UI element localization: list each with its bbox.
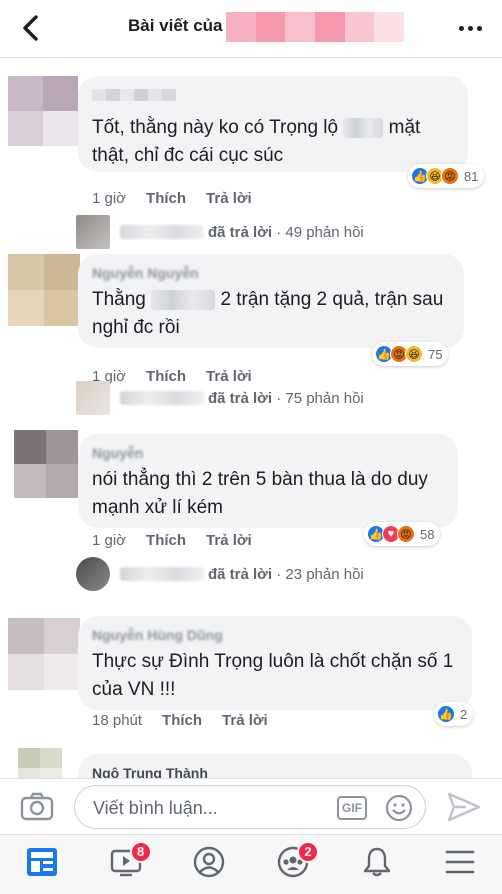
bottom-navigation: 8 2: [0, 834, 502, 894]
gif-button[interactable]: GIF: [337, 796, 367, 820]
reaction-summary[interactable]: 👍 😡 😆 75: [372, 342, 449, 366]
like-link[interactable]: Thích: [146, 532, 186, 549]
replies-preview[interactable]: đã trả lời · 49 phản hồi: [76, 214, 364, 250]
comment-time: 18 phút: [92, 712, 143, 729]
comment-text: nói thẳng thì 2 trên 5 bàn thua là do du…: [92, 469, 428, 518]
redacted-reply-author: [120, 391, 204, 405]
reaction-summary[interactable]: 👍 2: [434, 702, 474, 726]
like-link[interactable]: Thích: [162, 712, 202, 729]
redacted-author: [92, 89, 176, 101]
reply-link[interactable]: Trả lời: [222, 712, 268, 729]
reaction-count: 58: [420, 526, 435, 542]
redacted-page-name: [226, 12, 405, 42]
groups-badge: 2: [297, 841, 320, 863]
haha-reaction-icon: 😆: [405, 345, 423, 363]
news-feed-icon: [26, 847, 58, 882]
more-dots-icon[interactable]: [452, 14, 488, 42]
comment-actions: 18 phút Thích Trả lời: [92, 712, 268, 729]
comment-author: Ngô Trung Thành: [92, 765, 208, 778]
profile-icon: [193, 846, 225, 883]
comment-author: Nguyễn: [92, 445, 144, 461]
reaction-count: 2: [460, 706, 468, 722]
avatar[interactable]: [8, 618, 80, 690]
menu-icon: [445, 849, 475, 880]
reaction-summary[interactable]: 👍 ♥ 😡 58: [364, 522, 441, 546]
replies-preview[interactable]: đã trả lời · 75 phản hồi: [76, 380, 364, 416]
like-reaction-icon: 👍: [437, 705, 455, 723]
watch-badge: 8: [129, 841, 152, 863]
replies-preview[interactable]: đã trả lời · 23 phản hồi: [76, 556, 364, 592]
redacted-reply-author: [120, 567, 204, 581]
back-arrow-icon[interactable]: [14, 12, 46, 44]
reaction-count: 75: [428, 346, 443, 362]
top-bar: Bài viết của: [0, 0, 502, 58]
emoji-icon[interactable]: [385, 794, 413, 822]
avatar[interactable]: [18, 748, 62, 778]
comment-bubble[interactable]: Tốt, thằng này ko có Trọng lộ mặt thật, …: [78, 76, 468, 172]
avatar[interactable]: [8, 254, 80, 326]
camera-icon[interactable]: [20, 791, 54, 821]
comment-placeholder: Viết bình luận...: [93, 798, 218, 818]
comment-text: Thằng 2 trận tặng 2 quả, trận sau nghỉ đ…: [92, 289, 444, 338]
reply-avatar: [76, 557, 110, 591]
comment-actions: 1 giờ Thích Trả lời: [92, 532, 252, 549]
comment-bubble[interactable]: Nguyễn nói thẳng thì 2 trên 5 bàn thua l…: [78, 434, 458, 528]
page-title: Bài viết của: [128, 16, 223, 35]
tab-menu[interactable]: [418, 835, 502, 894]
comment-text: Tốt, thằng này ko có Trọng lộ mặt thật, …: [92, 117, 421, 166]
comment-time: 1 giờ: [92, 532, 127, 549]
comment-text: Thực sự Đình Trọng luôn là chốt chặn số …: [92, 651, 454, 700]
reply-link[interactable]: Trả lời: [206, 190, 252, 207]
avatar[interactable]: [8, 76, 78, 146]
tab-news-feed[interactable]: [0, 835, 84, 894]
comment-bubble[interactable]: Ngô Trung Thành: [78, 754, 472, 778]
notifications-bell-icon: [362, 846, 392, 883]
redacted-reply-author: [120, 225, 204, 239]
comment-bubble[interactable]: Nguyễn Nguyễn Thằng 2 trận tặng 2 quả, t…: [78, 254, 464, 348]
reply-avatar: [76, 215, 110, 249]
reply-link[interactable]: Trả lời: [206, 532, 252, 549]
avatar[interactable]: [14, 430, 78, 498]
comment-time: 1 giờ: [92, 190, 127, 207]
comment-input[interactable]: Viết bình luận... GIF: [74, 785, 426, 829]
comments-feed[interactable]: Tốt, thằng này ko có Trọng lộ mặt thật, …: [0, 58, 502, 778]
reaction-count: 81: [464, 168, 479, 184]
comment-author: Nguyễn Hùng Dũng: [92, 627, 223, 643]
tab-watch[interactable]: 8: [84, 835, 168, 894]
comment-composer: Viết bình luận... GIF: [0, 778, 502, 834]
tab-groups[interactable]: 2: [251, 835, 335, 894]
comment-bubble[interactable]: Nguyễn Hùng Dũng Thực sự Đình Trọng luôn…: [78, 616, 472, 710]
tab-profile[interactable]: [167, 835, 251, 894]
reaction-summary[interactable]: 👍 😆 😡 81: [408, 164, 485, 188]
comment-actions: 1 giờ Thích Trả lời: [92, 190, 252, 207]
angry-reaction-icon: 😡: [397, 525, 415, 543]
comment-author: Nguyễn Nguyễn: [92, 265, 199, 281]
send-icon[interactable]: [446, 791, 482, 823]
angry-reaction-icon: 😡: [441, 167, 459, 185]
reply-avatar: [76, 381, 110, 415]
like-link[interactable]: Thích: [146, 190, 186, 207]
tab-notifications[interactable]: [335, 835, 419, 894]
